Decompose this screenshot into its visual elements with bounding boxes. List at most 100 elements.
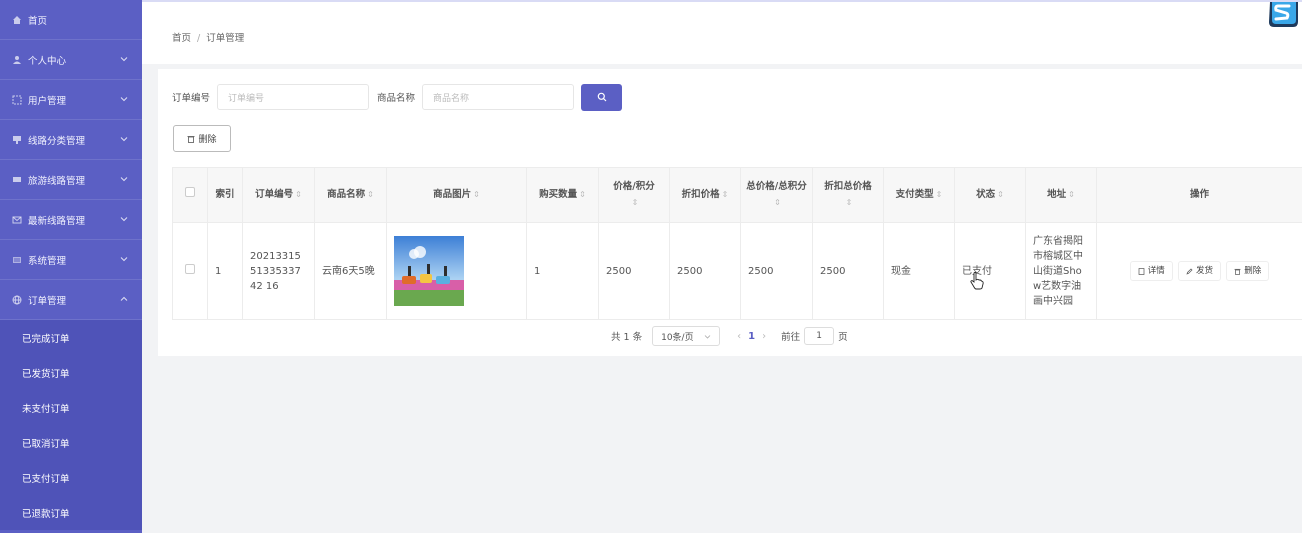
cell-quantity: 1 [526, 222, 599, 320]
orders-table: 索引 订单编号 ⇕ 商品名称 ⇕ 商品图片 ⇕ 购买数量 ⇕ 价格/积分 ⇕ 折扣价格 ⇕ … [172, 167, 1302, 320]
chevron-down-icon [704, 333, 711, 340]
prev-page-icon[interactable]: ‹ [737, 331, 741, 342]
page-number-current[interactable]: 1 [748, 331, 755, 342]
submenu-item-refunded-orders[interactable]: 已退款订单 [0, 495, 142, 530]
col-status[interactable]: 状态 ⇕ [954, 167, 1026, 223]
order-no-label: 订单编号 [172, 93, 211, 104]
sort-icon: ⇕ [631, 198, 639, 207]
chevron-up-icon [120, 295, 128, 303]
order-no-input[interactable]: 订单编号 [217, 84, 370, 110]
col-label: 商品图片 [433, 189, 472, 200]
cell-product-image [386, 222, 527, 320]
submenu-item-paid-orders[interactable]: 已支付订单 [0, 460, 142, 495]
detail-label: 详情 [1147, 265, 1165, 276]
ship-button[interactable]: 发货 [1177, 261, 1221, 281]
col-discount-total[interactable]: 折扣总价格 ⇕ [812, 167, 884, 223]
sidebar-item-tour-routes[interactable]: 旅游线路管理 [0, 160, 142, 200]
trash-icon [1234, 268, 1244, 275]
row-checkbox[interactable] [185, 263, 195, 274]
submenu-item-unpaid-orders[interactable]: 未支付订单 [0, 390, 142, 425]
breadcrumb-current: 订单管理 [206, 33, 245, 44]
goto-page-input[interactable]: 1 [804, 327, 835, 345]
sort-icon: ⇕ [845, 198, 853, 207]
col-quantity[interactable]: 购买数量 ⇕ [526, 167, 599, 223]
chevron-down-icon [120, 175, 128, 183]
sidebar-item-user-management[interactable]: 用户管理 [0, 80, 142, 120]
col-pay-type[interactable]: 支付类型 ⇕ [883, 167, 955, 223]
product-name-input[interactable]: 商品名称 [422, 84, 575, 110]
page-suffix: 页 [838, 332, 848, 343]
col-product-image[interactable]: 商品图片 ⇕ [386, 167, 527, 223]
goto-label: 前往 [781, 332, 801, 343]
col-order-no[interactable]: 订单编号 ⇕ [242, 167, 315, 223]
product-thumbnail[interactable] [394, 236, 464, 306]
col-address[interactable]: 地址 ⇕ [1025, 167, 1097, 223]
breadcrumb-home[interactable]: 首页 [172, 33, 191, 44]
cell-order-no: 202133155133533742 16 [242, 222, 315, 320]
trash-icon [187, 135, 198, 143]
bulk-delete-button[interactable]: 删除 [173, 125, 231, 152]
sidebar-item-home[interactable]: 首页 [0, 0, 142, 40]
col-label: 价格/积分 [613, 181, 655, 192]
breadcrumb-separator: / [197, 33, 201, 44]
chevron-down-icon [120, 215, 128, 223]
page-size-value: 10条/页 [661, 332, 694, 343]
row-delete-button[interactable]: 删除 [1226, 261, 1270, 281]
col-label: 商品名称 [327, 189, 366, 200]
sidebar-item-label: 最新线路管理 [28, 215, 86, 227]
cell-total-price: 2500 [740, 222, 813, 320]
sidebar-item-personal-center[interactable]: 个人中心 [0, 40, 142, 80]
search-button[interactable] [581, 83, 623, 111]
cell-pay-type: 现金 [883, 222, 955, 320]
settings-icon [12, 255, 22, 265]
chevron-down-icon [120, 255, 128, 263]
select-all-checkbox[interactable] [185, 187, 195, 197]
next-page-icon[interactable]: › [762, 331, 766, 342]
search-bar: 订单编号 订单编号 商品名称 商品名称 [172, 83, 623, 111]
bulk-delete-label: 删除 [198, 135, 217, 145]
pagination: 共 1 条 10条/页 ‹ 1 › 前往 1 页 [611, 326, 848, 346]
user-icon [12, 55, 22, 65]
col-label: 折扣总价格 [824, 181, 872, 192]
table-row: 1 202133155133533742 16 云南6天5晚 1 2500 25… [172, 222, 1302, 320]
col-label: 状态 [976, 189, 996, 200]
table-header-row: 索引 订单编号 ⇕ 商品名称 ⇕ 商品图片 ⇕ 购买数量 ⇕ 价格/积分 ⇕ 折扣价格 ⇕ … [172, 167, 1302, 223]
route-icon [12, 175, 22, 185]
col-product-name[interactable]: 商品名称 ⇕ [314, 167, 387, 223]
sort-icon: ⇕ [935, 190, 943, 199]
detail-button[interactable]: 详情 [1129, 261, 1173, 281]
hand-cursor-icon [970, 272, 984, 290]
order-submenu: 已完成订单 已发货订单 未支付订单 已取消订单 已支付订单 已退款订单 [0, 320, 142, 530]
col-label: 折扣价格 [681, 189, 720, 200]
col-price[interactable]: 价格/积分 ⇕ [598, 167, 670, 223]
col-total-price[interactable]: 总价格/总积分 ⇕ [740, 167, 813, 223]
page-size-select[interactable]: 10条/页 [652, 326, 721, 346]
chevron-down-icon [120, 135, 128, 143]
sort-icon: ⇕ [721, 190, 729, 199]
sidebar-item-system-management[interactable]: 系统管理 [0, 240, 142, 280]
row-delete-label: 删除 [1244, 265, 1262, 276]
submenu-item-completed-orders[interactable]: 已完成订单 [0, 320, 142, 355]
search-icon [597, 92, 607, 102]
sidebar-item-label: 旅游线路管理 [28, 175, 86, 187]
sidebar-item-order-management[interactable]: 订单管理 [0, 280, 142, 320]
ship-label: 发货 [1195, 265, 1213, 276]
sidebar-item-route-category[interactable]: 线路分类管理 [0, 120, 142, 160]
app-logo-icon [1266, 2, 1300, 28]
submenu-item-shipped-orders[interactable]: 已发货订单 [0, 355, 142, 390]
sidebar-item-label: 订单管理 [28, 295, 67, 307]
sidebar-item-latest-routes[interactable]: 最新线路管理 [0, 200, 142, 240]
sort-icon: ⇕ [1068, 190, 1075, 199]
sidebar-item-label: 个人中心 [28, 55, 67, 67]
cell-discount-total: 2500 [812, 222, 884, 320]
cell-product-name: 云南6天5晚 [314, 222, 387, 320]
col-actions: 操作 [1096, 167, 1302, 223]
top-bar: 首页 / 订单管理 [142, 0, 1302, 64]
home-icon [12, 15, 22, 25]
submenu-item-cancelled-orders[interactable]: 已取消订单 [0, 425, 142, 460]
document-icon [1138, 267, 1148, 275]
users-icon [12, 95, 22, 105]
select-all-cell [172, 167, 208, 223]
sort-icon: ⇕ [295, 190, 302, 199]
col-discount-price[interactable]: 折扣价格 ⇕ [669, 167, 741, 223]
